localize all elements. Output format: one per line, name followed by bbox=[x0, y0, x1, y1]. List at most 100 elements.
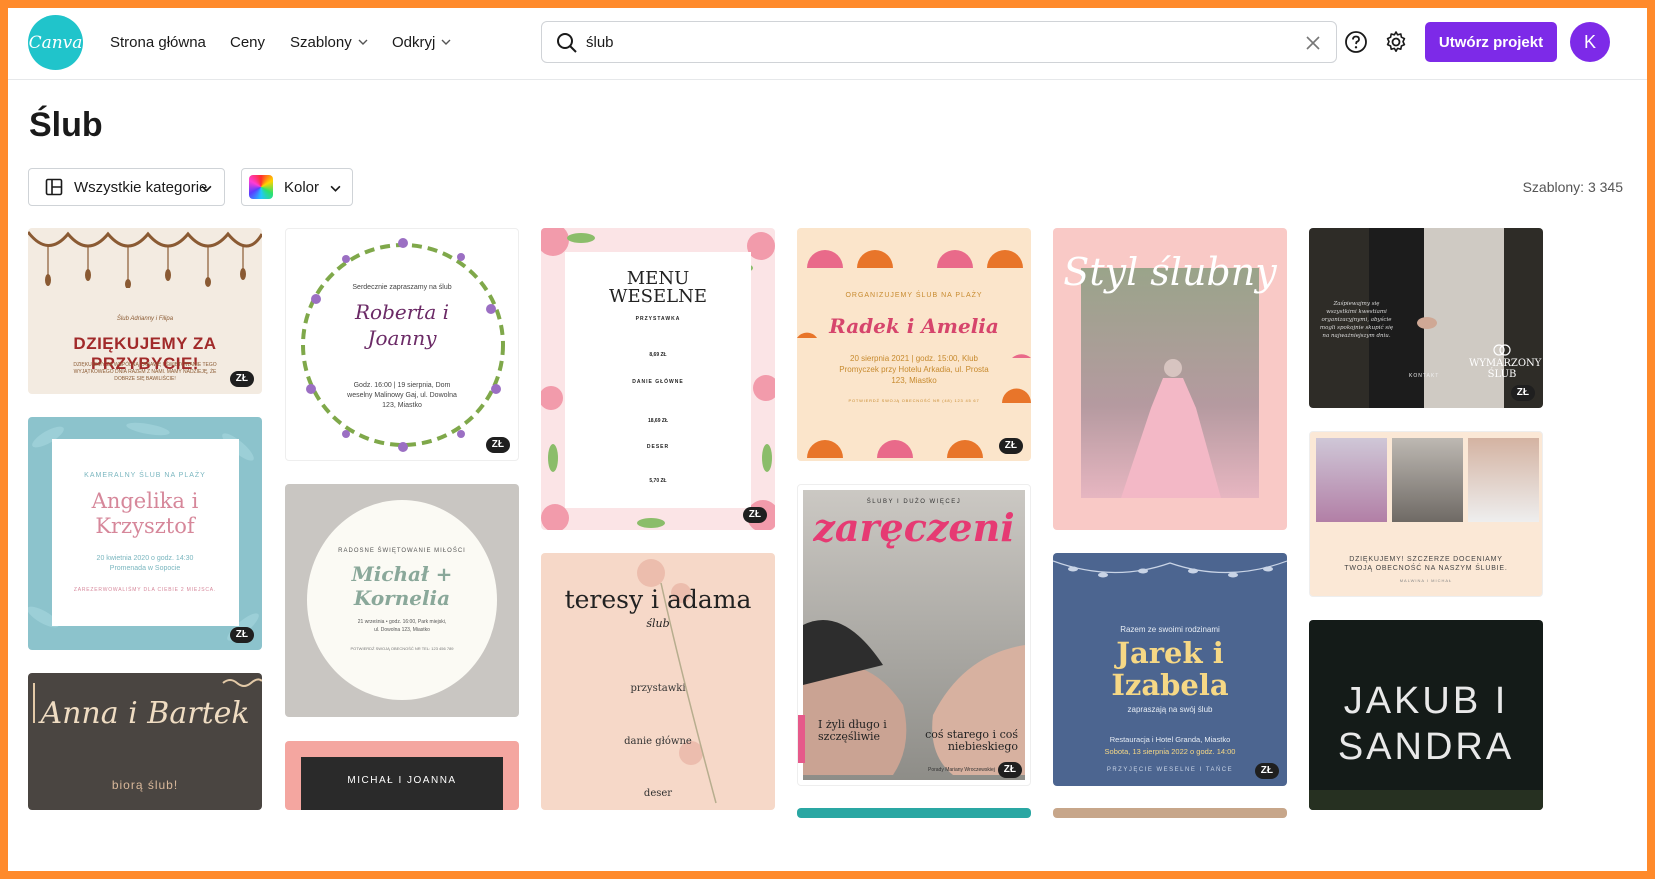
card-date: 20 kwietnia 2020 o godz. 14:30 bbox=[96, 555, 194, 562]
chevron-down-icon bbox=[201, 185, 212, 192]
card-title: Michał + Kornelia bbox=[351, 562, 453, 610]
rings-icon bbox=[1493, 344, 1511, 356]
card-title: Roberta i Joanny bbox=[354, 300, 449, 350]
nav-home[interactable]: Strona główna bbox=[110, 30, 206, 54]
layout-icon bbox=[45, 178, 63, 196]
template-card[interactable]: MICHAŁ I JOANNA bbox=[285, 741, 519, 810]
create-project-label: Utwórz projekt bbox=[1438, 33, 1544, 51]
card-title: JAKUB I SANDRA bbox=[1337, 680, 1515, 768]
template-card[interactable]: Ślub Adrianny i Filipa DZIĘKUJEMY ZA PRZ… bbox=[28, 228, 262, 394]
hands-photo bbox=[1392, 438, 1463, 522]
nav-templates-label: Szablony bbox=[290, 33, 352, 51]
card-text: 21 września • godz. 16:00, Park miejski,… bbox=[357, 619, 447, 633]
template-card[interactable]: JAKUB I SANDRA bbox=[1309, 620, 1543, 810]
logo-text: Canva bbox=[28, 32, 83, 53]
card-title: Radek i Amelia bbox=[829, 314, 999, 338]
canva-logo[interactable]: Canva bbox=[28, 15, 83, 70]
template-card[interactable]: Razem ze swoimi rodzinami Jarek i Izabel… bbox=[1053, 553, 1287, 786]
menu-section: deser bbox=[643, 788, 673, 799]
card-text-left: I żyli długo i szczęśliwie bbox=[818, 718, 887, 743]
app-window: Canva Strona główna Ceny Szablony Odkryj… bbox=[8, 8, 1647, 871]
template-card[interactable]: MENU WESELNE PRZYSTAWKA 8,69 ZŁ DANIE GŁ… bbox=[541, 228, 775, 530]
menu-section: danie główne bbox=[624, 736, 692, 747]
card-subtitle: Serdecznie zapraszamy na ślub bbox=[352, 284, 452, 291]
card-title: Anna i Bartek bbox=[40, 696, 250, 731]
settings-gear-icon[interactable] bbox=[1382, 28, 1410, 56]
card-subtitle: biorą ślub! bbox=[111, 778, 179, 792]
avatar-initial: K bbox=[1583, 31, 1596, 52]
nav-templates[interactable]: Szablony bbox=[290, 30, 368, 54]
template-card[interactable] bbox=[797, 808, 1031, 818]
search-icon bbox=[557, 33, 577, 53]
card-date: Sobota, 13 sierpnia 2022 o godz. 14:00 bbox=[1104, 747, 1236, 756]
nav-pricing[interactable]: Ceny bbox=[230, 30, 265, 54]
template-card[interactable]: Zaśpiewajmy się wszystkimi kwestiami org… bbox=[1309, 228, 1543, 408]
menu-section: przystawki bbox=[630, 683, 686, 694]
card-title: teresy i adama bbox=[564, 585, 752, 614]
card-title: MENU WESELNE bbox=[609, 268, 707, 307]
rings-photo bbox=[1468, 438, 1539, 522]
nav-discover[interactable]: Odkryj bbox=[392, 30, 451, 54]
template-card[interactable] bbox=[1053, 808, 1287, 818]
top-header: Canva Strona główna Ceny Szablony Odkryj… bbox=[8, 8, 1647, 80]
menu-price: 18,69 ZŁ bbox=[647, 418, 668, 424]
nav-pricing-label: Ceny bbox=[230, 33, 266, 51]
menu-section: DANIE GŁÓWNE bbox=[632, 379, 684, 385]
card-title: DZIĘKUJEMY! SZCZERZE DOCENIAMY TWOJĄ OBE… bbox=[1344, 556, 1508, 572]
dreamcatcher-decoration bbox=[28, 231, 262, 288]
nav-home-label: Strona główna bbox=[110, 33, 206, 51]
card-subtitle: MALWINA I MICHAŁ bbox=[1399, 578, 1453, 583]
card-text: Zaśpiewajmy się wszystkimi kwestiami org… bbox=[1319, 301, 1394, 339]
premium-badge: ZŁ bbox=[229, 371, 254, 387]
template-card[interactable]: ORGANIZUJEMY ŚLUB NA PLAŻY Radek i Ameli… bbox=[797, 228, 1031, 461]
card-footer: Porady Mariany Wroczewskiej bbox=[928, 767, 995, 773]
card-footer: ZAREZERWOWALIŚMY DLA CIEBIE 2 MIEJSCA. bbox=[73, 587, 217, 593]
grass-strip bbox=[1309, 790, 1543, 810]
card-text: DZIĘKUJEMY ZA WSPÓLNĄ ZABAWĘ I ŚWIĘTOWAN… bbox=[73, 362, 217, 382]
menu-price: 5,70 ZŁ bbox=[649, 478, 667, 484]
seashell-pattern bbox=[797, 250, 1031, 458]
card-footer: PRZYJĘCIE WESELNE I TAŃCE bbox=[1106, 767, 1234, 773]
card-title: MICHAŁ I JOANNA bbox=[347, 775, 457, 786]
card-subtitle: ślub bbox=[646, 617, 670, 630]
create-project-button[interactable]: Utwórz projekt bbox=[1425, 22, 1557, 62]
template-card[interactable]: teresy i adama ślub przystawki danie głó… bbox=[541, 553, 775, 810]
template-card[interactable]: Styl ślubny bbox=[1053, 228, 1287, 530]
card-text: zapraszają na swój ślub bbox=[1127, 705, 1213, 714]
template-card[interactable]: DZIĘKUJEMY! SZCZERZE DOCENIAMY TWOJĄ OBE… bbox=[1309, 431, 1543, 597]
card-footer: POTWIERDŹ SWOJĄ OBECNOŚĆ NR TEL: 123 456… bbox=[350, 646, 454, 651]
card-title: Jarek i Izabela bbox=[1111, 636, 1229, 702]
premium-badge: ZŁ bbox=[997, 762, 1022, 778]
close-icon[interactable] bbox=[1304, 34, 1322, 52]
template-card[interactable]: Anna i Bartek biorą ślub! bbox=[28, 673, 262, 810]
chevron-down-icon bbox=[330, 185, 341, 192]
menu-section: DESER bbox=[646, 444, 670, 450]
template-card[interactable]: Serdecznie zapraszamy na ślub Roberta i … bbox=[285, 228, 519, 461]
card-text: 20 sierpnia 2021 | godz. 15:00, Klub Pro… bbox=[839, 354, 989, 385]
pink-stripe bbox=[798, 715, 805, 763]
card-subtitle: ORGANIZUJEMY ŚLUB NA PLAŻY bbox=[845, 292, 983, 299]
category-filter-dropdown[interactable]: Wszystkie kategorie bbox=[28, 168, 225, 206]
user-avatar[interactable]: K bbox=[1570, 22, 1610, 62]
card-subtitle: RADOSNE ŚWIĘTOWANIE MIŁOŚCI bbox=[338, 548, 466, 554]
card-subtitle: Razem ze swoimi rodzinami bbox=[1120, 625, 1220, 634]
card-contact: KONTAKT bbox=[1409, 373, 1440, 379]
help-icon[interactable] bbox=[1342, 28, 1370, 56]
card-place: Promenada w Sopocie bbox=[109, 565, 181, 572]
premium-badge: ZŁ bbox=[485, 437, 510, 453]
template-card[interactable]: RADOSNE ŚWIĘTOWANIE MIŁOŚCI Michał + Kor… bbox=[285, 484, 519, 717]
search-input[interactable] bbox=[586, 28, 1266, 56]
page-title: Ślub bbox=[29, 106, 103, 144]
chevron-down-icon bbox=[441, 39, 451, 45]
card-subtitle: Ślub Adrianny i Filipa bbox=[116, 316, 174, 322]
color-filter-label: Kolor bbox=[284, 179, 320, 196]
bride-photo bbox=[1121, 359, 1221, 498]
color-filter-dropdown[interactable]: Kolor bbox=[241, 168, 353, 206]
card-title: WYMARZONY ŚLUB bbox=[1469, 358, 1542, 380]
menu-section: PRZYSTAWKA bbox=[635, 316, 681, 322]
bouquet-photo bbox=[1316, 438, 1387, 522]
search-bar bbox=[541, 21, 1337, 63]
premium-badge: ZŁ bbox=[1254, 763, 1279, 779]
template-card[interactable]: KAMERALNY ŚLUB NA PLAŻY Angelika i Krzys… bbox=[28, 417, 262, 650]
template-card[interactable]: ŚLUBY I DUŻO WIĘCEJ zaręczeni I żyli dłu… bbox=[797, 484, 1031, 786]
